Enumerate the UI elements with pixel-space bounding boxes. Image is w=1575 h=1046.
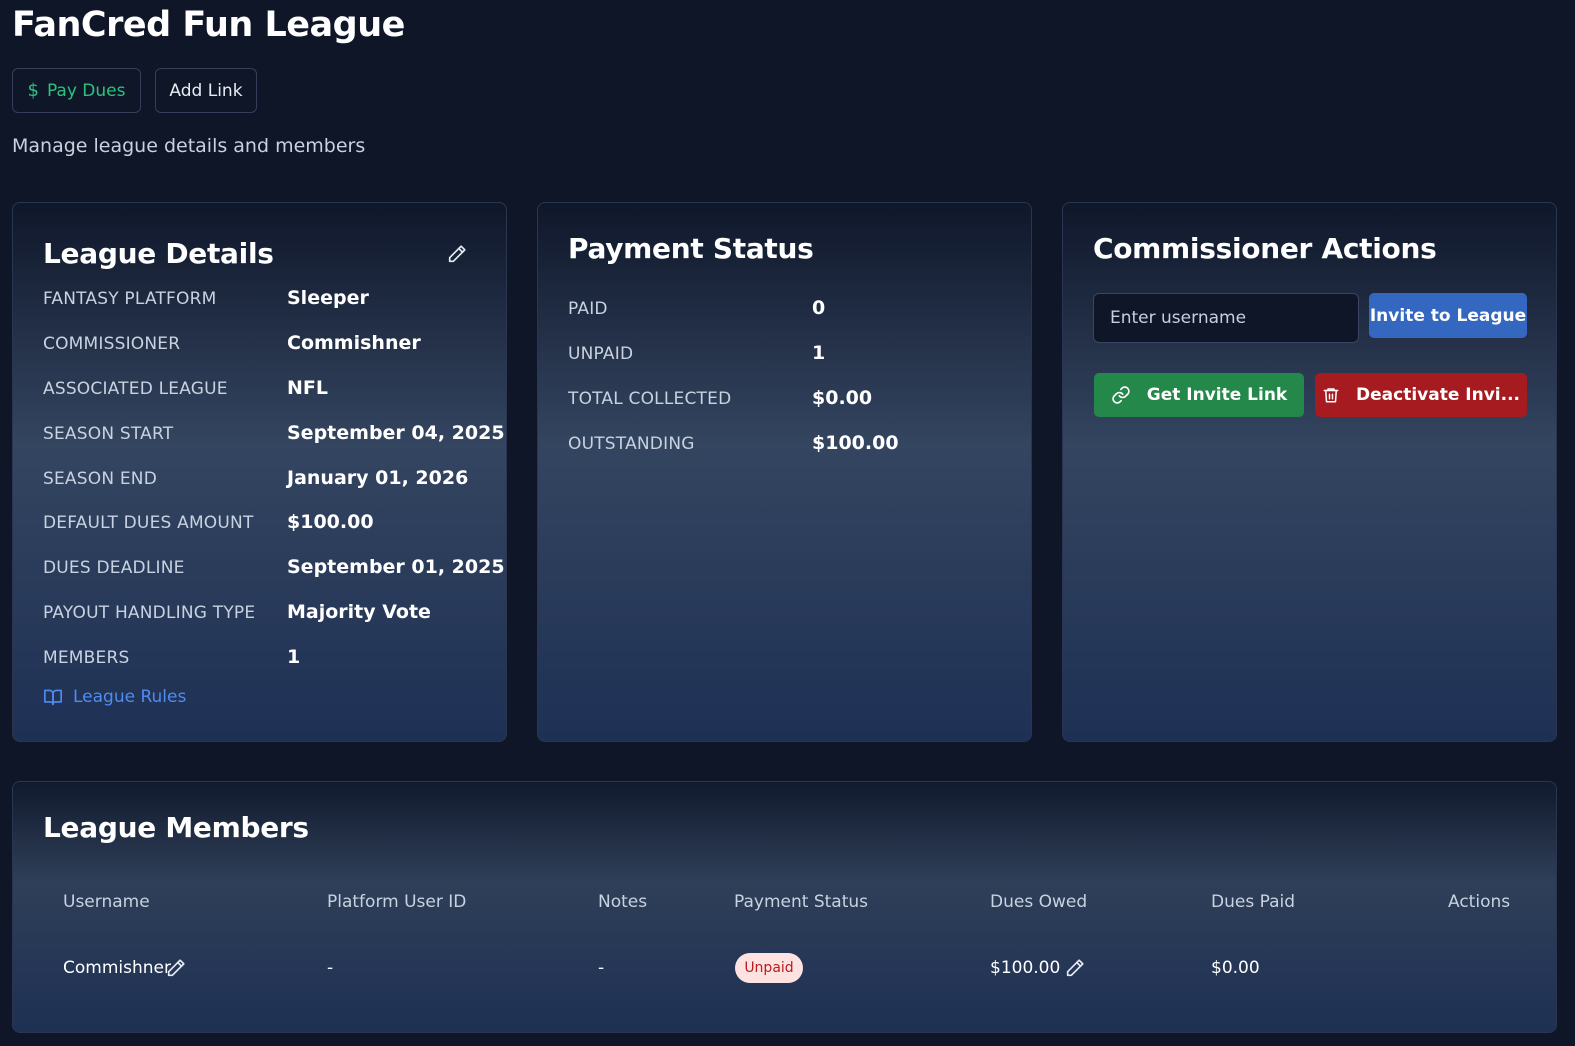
payment-label: TOTAL COLLECTED xyxy=(568,389,732,409)
detail-value: September 04, 2025 xyxy=(287,422,505,444)
detail-value: Majority Vote xyxy=(287,601,431,623)
detail-value: 1 xyxy=(287,646,301,668)
detail-value: Sleeper xyxy=(287,287,369,309)
page-title: FanCred Fun League xyxy=(12,5,405,45)
detail-value: Commishner xyxy=(287,332,421,354)
page-subtitle: Manage league details and members xyxy=(12,135,366,157)
dollar-icon: $ xyxy=(27,80,39,101)
column-header-payment-status: Payment Status xyxy=(734,892,868,912)
payment-value: $0.00 xyxy=(812,387,873,409)
edit-username-icon[interactable] xyxy=(165,957,187,979)
column-header-actions: Actions xyxy=(1448,892,1511,912)
trash-icon xyxy=(1323,388,1339,403)
detail-value: NFL xyxy=(287,377,328,399)
member-dues-paid: $0.00 xyxy=(1211,958,1260,978)
member-dues-owed: $100.00 xyxy=(990,958,1061,978)
member-platform-user-id: - xyxy=(327,958,334,978)
detail-value: September 01, 2025 xyxy=(287,556,505,578)
get-invite-link-button[interactable]: Get Invite Link xyxy=(1094,373,1304,417)
detail-label: MEMBERS xyxy=(43,648,130,668)
detail-label: PAYOUT HANDLING TYPE xyxy=(43,603,256,623)
username-input[interactable] xyxy=(1093,293,1359,343)
pay-dues-button[interactable]: $ Pay Dues xyxy=(12,68,141,113)
get-link-label: Get Invite Link xyxy=(1146,385,1288,405)
detail-label: FANTASY PLATFORM xyxy=(43,289,217,309)
invite-to-league-button[interactable]: Invite to League xyxy=(1369,293,1527,338)
league-rules-link[interactable]: League Rules xyxy=(43,687,186,707)
member-username: Commishner xyxy=(63,958,171,978)
edit-details-icon[interactable] xyxy=(446,243,468,265)
league-rules-label: League Rules xyxy=(73,687,187,707)
detail-label: DUES DEADLINE xyxy=(43,558,185,578)
add-link-button[interactable]: Add Link xyxy=(155,68,257,113)
deactivate-label: Deactivate Invi... xyxy=(1356,385,1520,405)
column-header-dues-owed: Dues Owed xyxy=(990,892,1088,912)
detail-label: SEASON END xyxy=(43,469,158,489)
payment-status-card: Payment Status PAID 0 UNPAID 1 TOTAL COL… xyxy=(537,202,1032,742)
payment-status-badge: Unpaid xyxy=(735,953,803,983)
member-notes: - xyxy=(598,958,605,978)
payment-value: 1 xyxy=(812,342,826,364)
book-icon xyxy=(43,689,62,706)
link-icon xyxy=(1111,386,1130,404)
detail-label: COMMISSIONER xyxy=(43,334,181,354)
league-members-title: League Members xyxy=(43,811,309,844)
commissioner-actions-title: Commissioner Actions xyxy=(1093,232,1437,265)
column-header-notes: Notes xyxy=(598,892,648,912)
edit-dues-owed-icon[interactable] xyxy=(1064,957,1086,979)
payment-label: PAID xyxy=(568,299,608,319)
column-header-platform-user-id: Platform User ID xyxy=(327,892,467,912)
detail-value: January 01, 2026 xyxy=(287,467,469,489)
league-details-card: League Details FANTASY PLATFORM Sleeper … xyxy=(12,202,507,742)
column-header-dues-paid: Dues Paid xyxy=(1211,892,1296,912)
commissioner-actions-card: Commissioner Actions Invite to League Ge… xyxy=(1062,202,1557,742)
payment-label: OUTSTANDING xyxy=(568,434,695,454)
payment-value: 0 xyxy=(812,297,826,319)
deactivate-invite-button[interactable]: Deactivate Invi... xyxy=(1315,373,1527,417)
detail-label: SEASON START xyxy=(43,424,174,444)
detail-label: DEFAULT DUES AMOUNT xyxy=(43,513,254,533)
payment-value: $100.00 xyxy=(812,432,899,454)
league-members-card: League Members Username Platform User ID… xyxy=(12,781,1557,1033)
payment-label: UNPAID xyxy=(568,344,634,364)
add-link-label: Add Link xyxy=(169,80,243,101)
pay-dues-label: Pay Dues xyxy=(46,80,126,101)
column-header-username: Username xyxy=(63,892,150,912)
league-details-title: League Details xyxy=(43,237,274,270)
payment-status-title: Payment Status xyxy=(568,232,814,265)
detail-label: ASSOCIATED LEAGUE xyxy=(43,379,228,399)
invite-label: Invite to League xyxy=(1369,305,1527,326)
detail-value: $100.00 xyxy=(287,511,374,533)
